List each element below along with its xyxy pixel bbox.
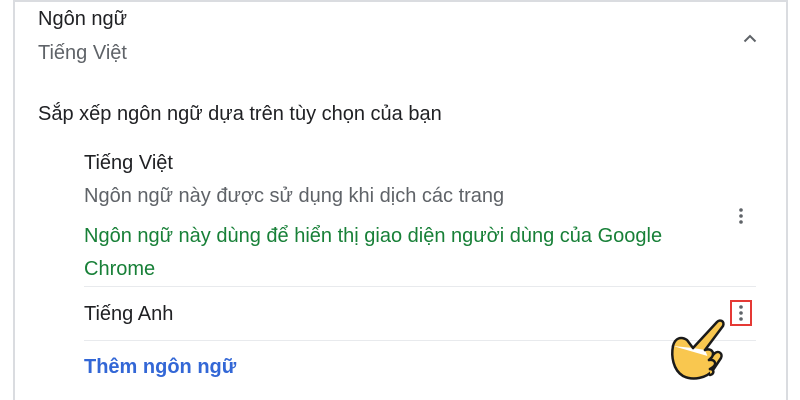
- list-divider: [84, 340, 756, 341]
- pointing-hand-icon: [671, 319, 725, 380]
- language-item-vietnamese-name: Tiếng Việt: [84, 152, 173, 174]
- language-settings-panel: Ngôn ngữ Tiếng Việt Sắp xếp ngôn ngữ dựa…: [0, 0, 800, 400]
- add-language-link[interactable]: Thêm ngôn ngữ: [84, 356, 236, 379]
- card-border-left: [13, 0, 15, 400]
- more-vert-icon: [739, 208, 743, 224]
- card-border-right: [786, 0, 788, 400]
- language-section-title: Ngôn ngữ: [38, 8, 128, 30]
- language-item-english-name: Tiếng Anh: [84, 303, 174, 325]
- current-language-value: Tiếng Việt: [38, 42, 127, 64]
- language-item-vietnamese-description: Ngôn ngữ này được sử dụng khi dịch các t…: [84, 185, 505, 207]
- language-item-vietnamese-menu-button[interactable]: [730, 203, 752, 229]
- language-order-heading: Sắp xếp ngôn ngữ dựa trên tùy chọn của b…: [38, 103, 442, 125]
- chevron-up-icon: [743, 34, 757, 43]
- language-item-vietnamese-ui-note: Ngôn ngữ này dùng để hiển thị giao diện …: [84, 225, 663, 280]
- collapse-section-button[interactable]: [736, 26, 764, 50]
- card-border-top: [13, 0, 788, 2]
- language-item-english-menu-button[interactable]: [730, 300, 752, 326]
- list-divider: [84, 286, 756, 287]
- more-vert-icon: [739, 305, 743, 321]
